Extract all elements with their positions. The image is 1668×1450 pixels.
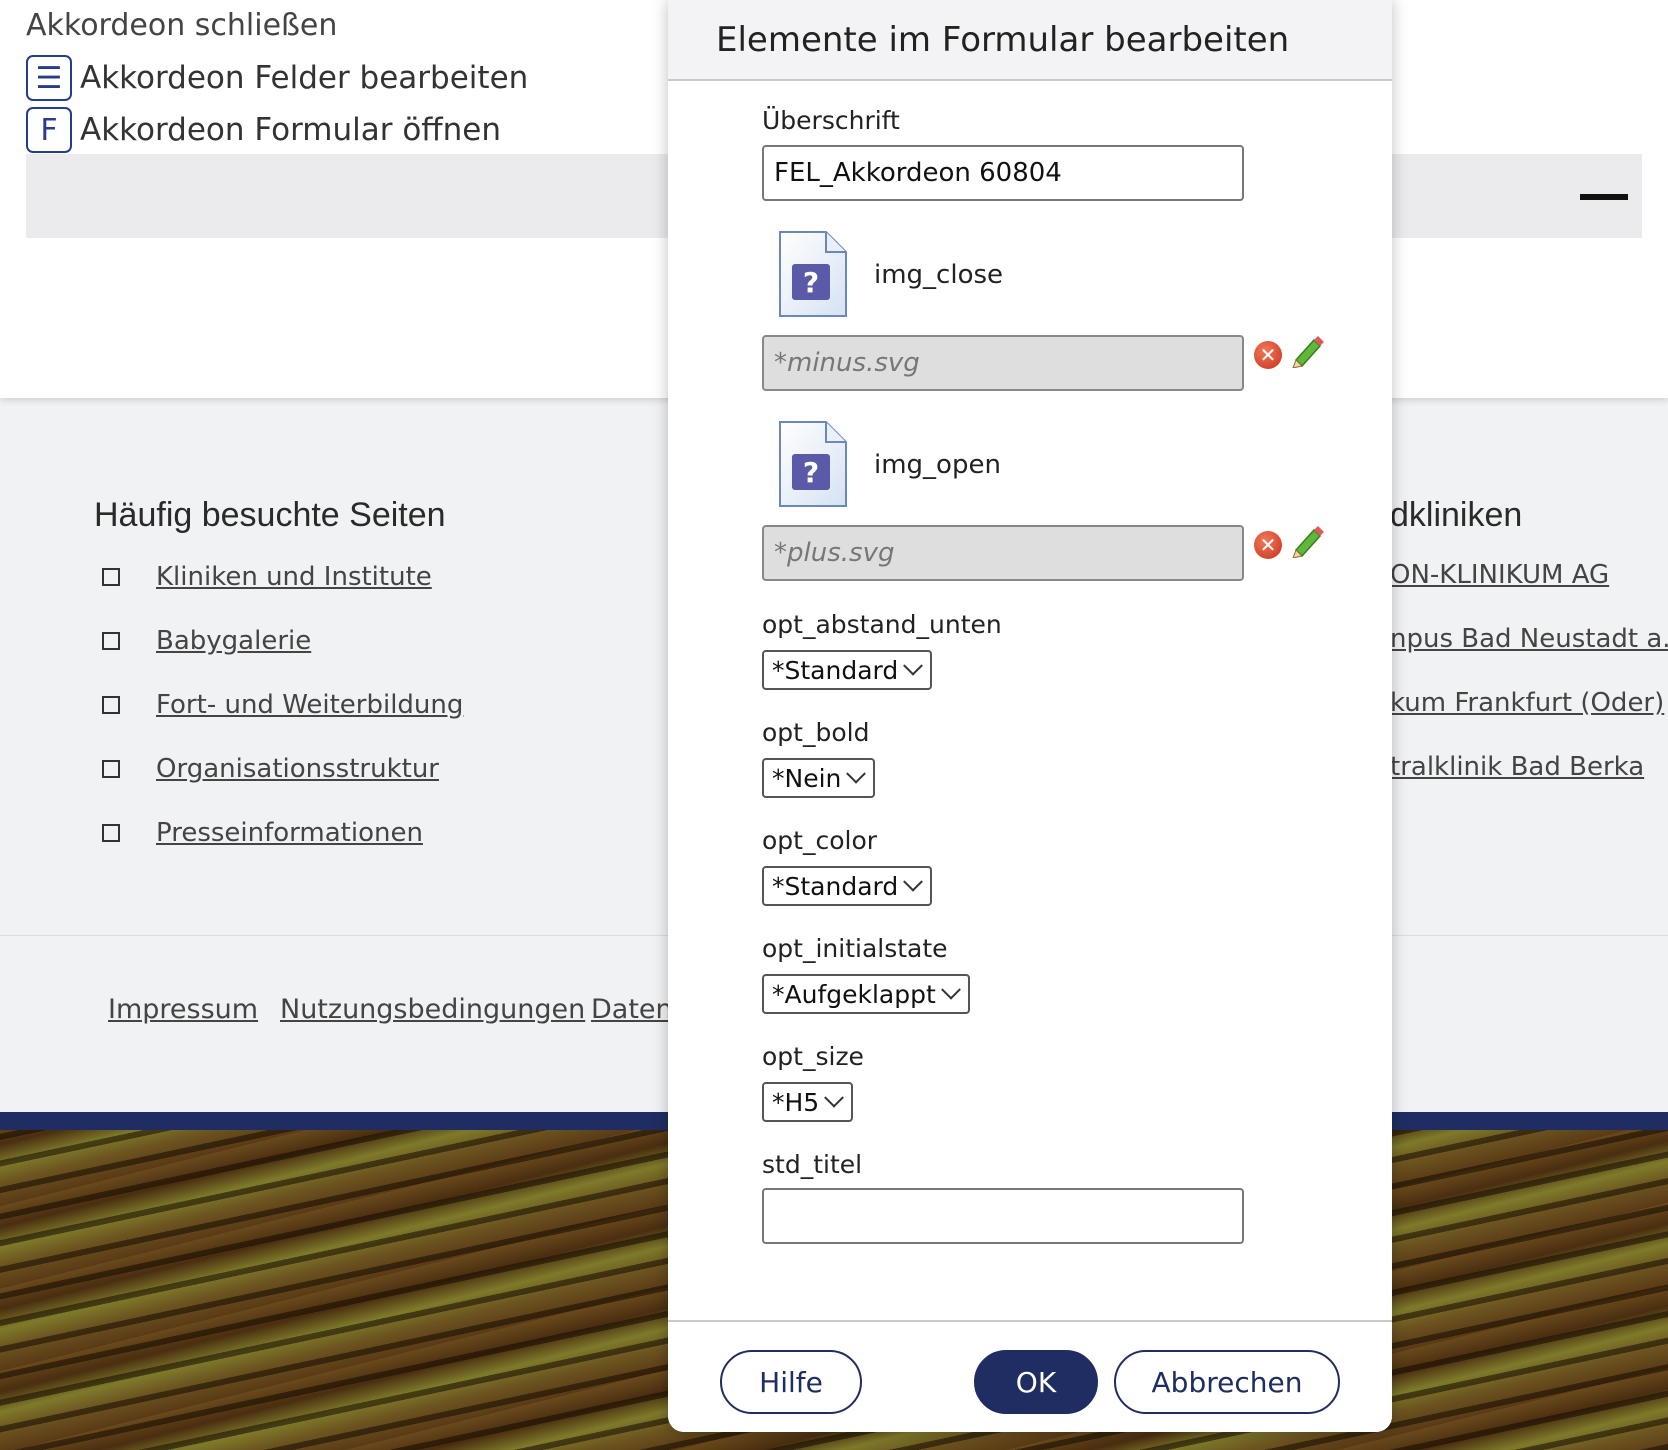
- img-close-file-field[interactable]: *minus.svg: [762, 335, 1244, 391]
- img-open-file-field[interactable]: *plus.svg: [762, 525, 1244, 581]
- chevron-down-icon: [824, 1087, 845, 1108]
- chevron-down-icon: [903, 871, 924, 892]
- dialog-title: Elemente im Formular bearbeiten: [716, 20, 1290, 60]
- pencil-icon[interactable]: [1290, 524, 1324, 558]
- accordion-open-form[interactable]: F Akkordeon Formular öffnen: [26, 107, 501, 153]
- opt-initialstate-label: opt_initialstate: [762, 934, 948, 963]
- accordion-edit-fields[interactable]: ☰ Akkordeon Felder bearbeiten: [26, 55, 528, 101]
- accordion-edit-fields-label: Akkordeon Felder bearbeiten: [80, 60, 529, 96]
- std-titel-label: std_titel: [762, 1150, 863, 1179]
- square-bullet-icon: [102, 632, 120, 650]
- list-icon[interactable]: ☰: [26, 55, 72, 101]
- opt-bold-label: opt_bold: [762, 718, 870, 747]
- opt-size-select[interactable]: *H5: [762, 1082, 854, 1122]
- accordion-open-form-label: Akkordeon Formular öffnen: [80, 112, 502, 148]
- opt-color-select[interactable]: *Standard: [762, 866, 933, 906]
- dialog-footer: Hilfe OK Abbrechen: [668, 1320, 1392, 1432]
- chevron-down-icon: [846, 763, 867, 784]
- std-titel-input[interactable]: [762, 1188, 1244, 1244]
- svg-text:?: ?: [803, 266, 819, 299]
- pencil-icon[interactable]: [1290, 334, 1324, 368]
- help-button[interactable]: Hilfe: [720, 1350, 862, 1414]
- delete-icon[interactable]: ✕: [1254, 341, 1282, 369]
- select-value: *Nein: [772, 763, 842, 793]
- form-icon[interactable]: F: [26, 107, 72, 153]
- square-bullet-icon: [102, 824, 120, 842]
- unknown-file-icon: ?: [779, 421, 847, 507]
- select-value: *H5: [772, 1087, 820, 1117]
- ok-button[interactable]: OK: [974, 1350, 1098, 1414]
- square-bullet-icon: [102, 760, 120, 778]
- chevron-down-icon: [940, 979, 961, 1000]
- select-value: *Standard: [772, 655, 899, 685]
- opt-size-label: opt_size: [762, 1042, 864, 1071]
- list-item[interactable]: Presseinformationen: [102, 818, 423, 848]
- delete-icon[interactable]: ✕: [1254, 531, 1282, 559]
- img-open-label: img_open: [874, 450, 1001, 480]
- heading-label: Überschrift: [762, 106, 900, 135]
- minus-icon[interactable]: [1580, 194, 1628, 200]
- imprint-link[interactable]: Impressum: [108, 994, 258, 1025]
- list-item[interactable]: Kliniken und Institute: [102, 562, 432, 592]
- svg-text:?: ?: [803, 456, 819, 489]
- list-item[interactable]: Babygalerie: [102, 626, 311, 656]
- footer-link[interactable]: Kliniken und Institute: [156, 562, 432, 592]
- terms-link[interactable]: Nutzungsbedingungen: [280, 994, 585, 1025]
- square-bullet-icon: [102, 568, 120, 586]
- select-value: *Aufgeklappt: [772, 979, 936, 1009]
- accordion-close-label[interactable]: Akkordeon schließen: [26, 8, 337, 43]
- opt-abstand-unten-select[interactable]: *Standard: [762, 650, 933, 690]
- edit-form-dialog: Elemente im Formular bearbeiten Überschr…: [668, 0, 1392, 1432]
- footer-link[interactable]: Organisationsstruktur: [156, 754, 439, 784]
- img-close-label: img_close: [874, 260, 1004, 290]
- opt-initialstate-select[interactable]: *Aufgeklappt: [762, 974, 970, 1014]
- clinics-heading: dkliniken: [1390, 496, 1523, 534]
- opt-bold-select[interactable]: *Nein: [762, 758, 876, 798]
- list-item[interactable]: Organisationsstruktur: [102, 754, 439, 784]
- footer-link[interactable]: Fort- und Weiterbildung: [156, 690, 463, 720]
- footer-link[interactable]: ON-KLINIKUM AG: [1390, 560, 1609, 590]
- heading-input[interactable]: FEL_Akkordeon 60804: [762, 145, 1244, 201]
- cancel-button[interactable]: Abbrechen: [1114, 1350, 1340, 1414]
- dialog-header: Elemente im Formular bearbeiten: [668, 0, 1392, 81]
- opt-abstand-unten-label: opt_abstand_unten: [762, 610, 1002, 639]
- unknown-file-icon: ?: [779, 231, 847, 317]
- opt-color-label: opt_color: [762, 826, 878, 855]
- footer-link[interactable]: npus Bad Neustadt a.d. S: [1390, 624, 1668, 654]
- footer-link[interactable]: Presseinformationen: [156, 818, 423, 848]
- square-bullet-icon: [102, 696, 120, 714]
- chevron-down-icon: [903, 655, 924, 676]
- popular-pages-heading: Häufig besuchte Seiten: [94, 496, 446, 534]
- list-item[interactable]: Fort- und Weiterbildung: [102, 690, 463, 720]
- footer-link[interactable]: tralklinik Bad Berka: [1390, 752, 1644, 782]
- footer-link[interactable]: kum Frankfurt (Oder): [1390, 688, 1664, 718]
- select-value: *Standard: [772, 871, 899, 901]
- footer-link[interactable]: Babygalerie: [156, 626, 311, 656]
